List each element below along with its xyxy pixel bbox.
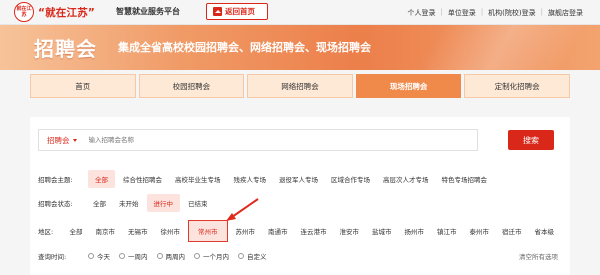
status-option-not-started[interactable]: 未开始 [114, 195, 144, 211]
search-type-select[interactable]: 招聘会 [47, 135, 70, 146]
theme-option[interactable]: 高层次人才专场 [378, 171, 434, 187]
region-filter-label: 地区: [38, 228, 54, 236]
theme-option-all[interactable]: 全部 [88, 170, 115, 188]
clear-all-link[interactable]: 清空所有选项 [519, 251, 558, 261]
region-option[interactable]: 泰州市 [465, 223, 495, 239]
time-option-label: 一个月内 [203, 253, 229, 261]
nav-online-fair[interactable]: 网络招聘会 [247, 74, 353, 98]
chevron-down-icon[interactable] [72, 138, 77, 142]
theme-option[interactable]: 区域合作专场 [326, 171, 375, 187]
status-filter-row: 招聘会状态: 全部 未开始 进行中 已结束 [38, 194, 562, 212]
region-option[interactable]: 苏州市 [231, 223, 261, 239]
region-option[interactable]: 盐城市 [367, 223, 397, 239]
search-row: 招聘会 搜索 [38, 129, 554, 151]
time-filter-label: 查询时间: [38, 253, 67, 261]
banner-title: 招聘会 [34, 37, 97, 61]
time-option-two-weeks[interactable]: 两周内 [156, 251, 186, 261]
theme-filter-label: 招聘会主题: [38, 176, 73, 184]
theme-filter-row: 招聘会主题: 全部 综合性招聘会 高校毕业生专场 残疾人专场 退役军人专场 区域… [38, 170, 562, 188]
region-option[interactable]: 南京市 [91, 223, 121, 239]
time-filter-row: 查询时间: 今天 一周内 两周内 一个月内 自定义 清空所有选项 [38, 248, 562, 264]
theme-option[interactable]: 特色专场招聘会 [437, 171, 493, 187]
nav-onsite-fair[interactable]: 现场招聘会 [355, 74, 462, 98]
banner-subtitle: 集成全省高校校园招聘会、网络招聘会、现场招聘会 [118, 41, 371, 54]
main-nav: 首页 校园招聘会 网络招聘会 现场招聘会 定制化招聘会 [30, 74, 570, 98]
radio-icon[interactable] [194, 253, 200, 259]
region-filter-row: 地区: 全部 南京市 无锡市 徐州市 常州市 苏州市 南通市 连云港市 淮安市 … [38, 220, 562, 242]
banner-decoration [400, 25, 600, 70]
radio-icon[interactable] [119, 253, 125, 259]
user-login-links: 个人登录 | 单位登录 | 机构(院校)登录 | 旗舰店登录 [402, 8, 588, 18]
region-option[interactable]: 南通市 [263, 223, 293, 239]
radio-icon[interactable] [238, 253, 244, 259]
logo-text: 就在江苏 [16, 6, 32, 18]
banner: 招聘会 集成全省高校校园招聘会、网络招聘会、现场招聘会 [0, 25, 600, 70]
region-option[interactable]: 扬州市 [400, 223, 430, 239]
region-option[interactable]: 徐州市 [156, 223, 186, 239]
theme-option[interactable]: 综合性招聘会 [118, 171, 167, 187]
search-box: 招聘会 [38, 129, 478, 151]
time-option-custom[interactable]: 自定义 [238, 251, 267, 261]
nav-custom-fair[interactable]: 定制化招聘会 [464, 74, 570, 98]
time-option-today[interactable]: 今天 [88, 251, 110, 261]
time-option-month[interactable]: 一个月内 [194, 251, 229, 261]
nav-home[interactable]: 首页 [30, 74, 136, 98]
theme-option[interactable]: 高校毕业生专场 [170, 171, 226, 187]
time-option-label: 两周内 [165, 253, 186, 261]
nav-campus-fair[interactable]: 校园招聘会 [138, 74, 245, 98]
status-filter-label: 招聘会状态: [38, 200, 73, 208]
company-login-link[interactable]: 单位登录 [443, 8, 481, 18]
home-button-label: 返回首页 [225, 7, 255, 16]
home-icon [213, 7, 222, 16]
region-option[interactable]: 宿迁市 [497, 223, 527, 239]
region-option[interactable]: 连云港市 [296, 223, 332, 239]
region-option-all[interactable]: 全部 [65, 223, 88, 239]
search-input[interactable] [88, 136, 389, 144]
time-option-label: 自定义 [247, 253, 267, 261]
brand-name: “就在江苏” [38, 7, 96, 19]
theme-option[interactable]: 退役军人专场 [274, 171, 323, 187]
status-option-ended[interactable]: 已结束 [183, 195, 213, 211]
top-bar: 就在江苏 “就在江苏” 智慧就业服务平台 返回首页 个人登录 | 单位登录 | … [0, 0, 600, 25]
theme-option[interactable]: 残疾人专场 [229, 171, 272, 187]
radio-icon[interactable] [156, 253, 163, 259]
filter-panel: 招聘会 搜索 招聘会主题: 全部 综合性招聘会 高校毕业生专场 残疾人专场 退役… [30, 117, 570, 275]
personal-login-link[interactable]: 个人登录 [402, 8, 440, 18]
time-option-label: 一周内 [128, 253, 148, 261]
search-button[interactable]: 搜索 [508, 130, 554, 150]
institution-login-link[interactable]: 机构(院校)登录 [483, 8, 540, 18]
flagship-login-link[interactable]: 旗舰店登录 [543, 8, 588, 18]
status-option-all[interactable]: 全部 [88, 195, 111, 211]
region-option[interactable]: 镇江市 [432, 223, 462, 239]
time-option-week[interactable]: 一周内 [119, 251, 148, 261]
region-option[interactable]: 淮安市 [335, 223, 365, 239]
home-button[interactable]: 返回首页 [206, 3, 268, 20]
time-option-label: 今天 [97, 253, 110, 261]
radio-icon[interactable] [88, 253, 94, 259]
region-option-selected[interactable]: 常州市 [188, 220, 228, 242]
region-option[interactable]: 省本级 [530, 223, 560, 239]
status-option-ongoing[interactable]: 进行中 [146, 194, 180, 212]
logo-icon[interactable]: 就在江苏 [14, 2, 34, 22]
platform-name: 智慧就业服务平台 [116, 7, 180, 16]
region-option[interactable]: 无锡市 [123, 223, 153, 239]
